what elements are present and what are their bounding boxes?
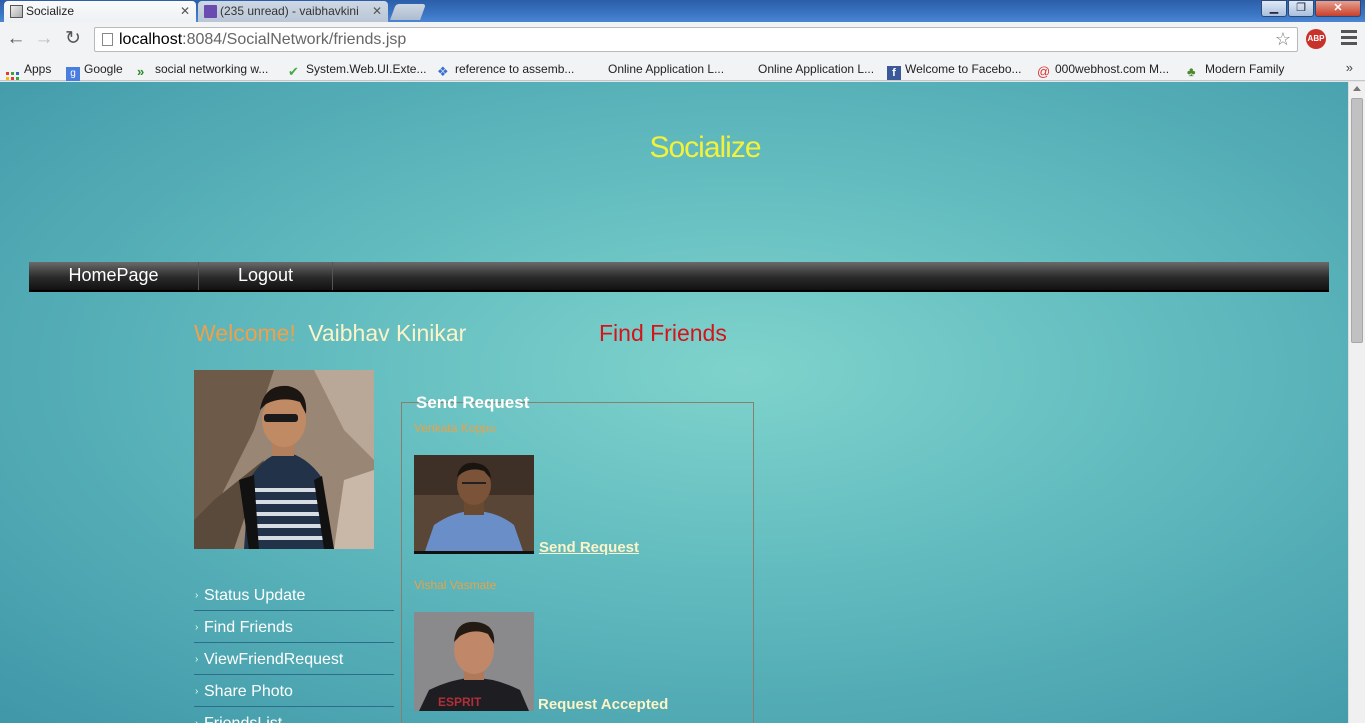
chevrons-icon: »	[137, 64, 145, 79]
person-photo: ESPRIT	[414, 612, 534, 711]
bookmark-star-icon[interactable]: ☆	[1275, 28, 1291, 51]
bookmark-000webhost[interactable]: @000webhost.com M...	[1037, 61, 1169, 79]
tab-socialize[interactable]: Socialize ✕	[4, 1, 196, 22]
bookmarks-overflow-icon[interactable]: »	[1346, 60, 1353, 75]
send-request-legend: Send Request	[416, 393, 530, 412]
adblock-icon[interactable]: ABP	[1306, 29, 1326, 49]
close-window-button[interactable]: ✕	[1315, 0, 1361, 17]
bookmark-label: social networking w...	[155, 62, 269, 76]
page-icon	[102, 33, 113, 46]
tab-mail[interactable]: (235 unread) - vaibhavkini ✕	[198, 1, 388, 22]
maximize-button[interactable]: ❐	[1288, 0, 1314, 17]
bookmark-label: Apps	[24, 62, 52, 76]
swirl-icon: @	[1037, 64, 1051, 79]
bookmark-social-networking[interactable]: » social networking w...	[137, 61, 268, 79]
profile-photo	[194, 370, 374, 549]
send-request-link[interactable]: Send Request	[539, 539, 639, 556]
welcome-label: Welcome!	[194, 320, 296, 346]
user-name: Vaibhav Kinikar	[308, 320, 467, 346]
request-accepted-status: Request Accepted	[538, 696, 669, 713]
url-host: localhost	[119, 31, 183, 48]
bookmark-label: Google	[84, 62, 123, 76]
facebook-icon: f	[887, 66, 901, 80]
page-scrollbar[interactable]	[1348, 82, 1365, 723]
scroll-thumb[interactable]	[1351, 98, 1363, 343]
reload-icon[interactable]: ↻	[62, 28, 84, 50]
welcome-line: Welcome! Vaibhav Kinikar	[194, 320, 466, 347]
side-menu-view-friend-request[interactable]: ViewFriendRequest	[194, 643, 394, 676]
side-menu-friends-list[interactable]: FriendsList	[194, 707, 394, 723]
bookmark-google[interactable]: g Google	[66, 61, 123, 81]
chrome-menu-icon[interactable]	[1341, 30, 1357, 48]
bookmark-system-web[interactable]: ✔ System.Web.UI.Exte...	[288, 61, 426, 79]
checkmark-icon: ✔	[288, 64, 299, 79]
address-bar[interactable]: localhost:8084/SocialNetwork/friends.jsp…	[94, 27, 1298, 52]
back-arrow-icon[interactable]: ←	[5, 28, 27, 50]
browser-toolbar: ← → ↻ localhost:8084/SocialNetwork/frien…	[0, 22, 1365, 57]
side-menu-status-update[interactable]: Status Update	[194, 579, 394, 612]
bookmark-label: Modern Family	[1205, 62, 1285, 76]
bookmark-facebook[interactable]: f Welcome to Facebo...	[887, 61, 1022, 80]
send-request-fieldset: Send Request Venkata Koppu Send Request …	[401, 393, 754, 723]
bookmark-online-app-1[interactable]: Online Application L...	[608, 61, 724, 77]
bookmark-reference[interactable]: ❖ reference to assemb...	[437, 61, 574, 79]
nav-homepage-link[interactable]: HomePage	[29, 262, 199, 290]
tab-label: Socialize	[26, 4, 75, 18]
svg-text:ESPRIT: ESPRIT	[438, 695, 482, 709]
browser-titlebar: Socialize ✕ (235 unread) - vaibhavkini ✕…	[0, 0, 1365, 22]
tab-label: (235 unread) - vaibhavkini	[220, 4, 359, 18]
scroll-up-arrow-icon[interactable]	[1353, 86, 1361, 91]
bookmark-label: Online Application L...	[608, 62, 725, 76]
person-photo	[414, 455, 534, 554]
side-menu: Status Update Find Friends ViewFriendReq…	[194, 579, 394, 723]
site-title: Socialize	[649, 131, 761, 164]
bookmark-label: System.Web.UI.Exte...	[306, 62, 427, 76]
dropbox-icon: ❖	[437, 64, 449, 79]
url-path: :8084/SocialNetwork/friends.jsp	[182, 31, 407, 48]
person-name: Vishal Vasmate	[414, 578, 497, 592]
person-name: Venkata Koppu	[414, 421, 496, 435]
tree-icon: ♣	[1187, 64, 1196, 79]
new-tab-button[interactable]	[390, 4, 426, 20]
bookmark-label: reference to assemb...	[455, 62, 575, 76]
bookmark-label: 000webhost.com M...	[1055, 62, 1170, 76]
side-menu-find-friends[interactable]: Find Friends	[194, 611, 394, 644]
side-menu-share-photo[interactable]: Share Photo	[194, 675, 394, 708]
site-nav-bar: HomePage Logout	[29, 262, 1329, 292]
mail-icon	[204, 5, 217, 18]
bookmark-online-app-2[interactable]: Online Application L...	[758, 61, 874, 77]
person-card: Venkata Koppu Send Request	[414, 421, 639, 556]
tab-close-icon[interactable]: ✕	[372, 1, 382, 21]
minimize-button[interactable]: ▁	[1261, 0, 1287, 17]
bookmark-label: Welcome to Facebo...	[905, 62, 1022, 76]
nav-logout-link[interactable]: Logout	[199, 262, 333, 290]
tab-close-icon[interactable]: ✕	[180, 1, 190, 21]
person-card: Vishal Vasmate ESPRIT Request Accepted	[414, 578, 668, 713]
page-favicon-icon	[10, 5, 23, 18]
bookmark-modern-family[interactable]: ♣ Modern Family	[1187, 61, 1284, 79]
bookmark-label: Online Application L...	[758, 62, 875, 76]
bookmarks-bar: Apps g Google » social networking w... ✔ Sy…	[0, 57, 1365, 85]
window-controls: ▁ ❐ ✕	[1260, 0, 1361, 17]
forward-arrow-icon[interactable]: →	[33, 28, 55, 50]
page-heading: Find Friends	[599, 320, 727, 346]
page-viewport: Socialize HomePage Logout Welcome! Vaibh…	[0, 82, 1348, 723]
google-icon: g	[66, 67, 80, 81]
